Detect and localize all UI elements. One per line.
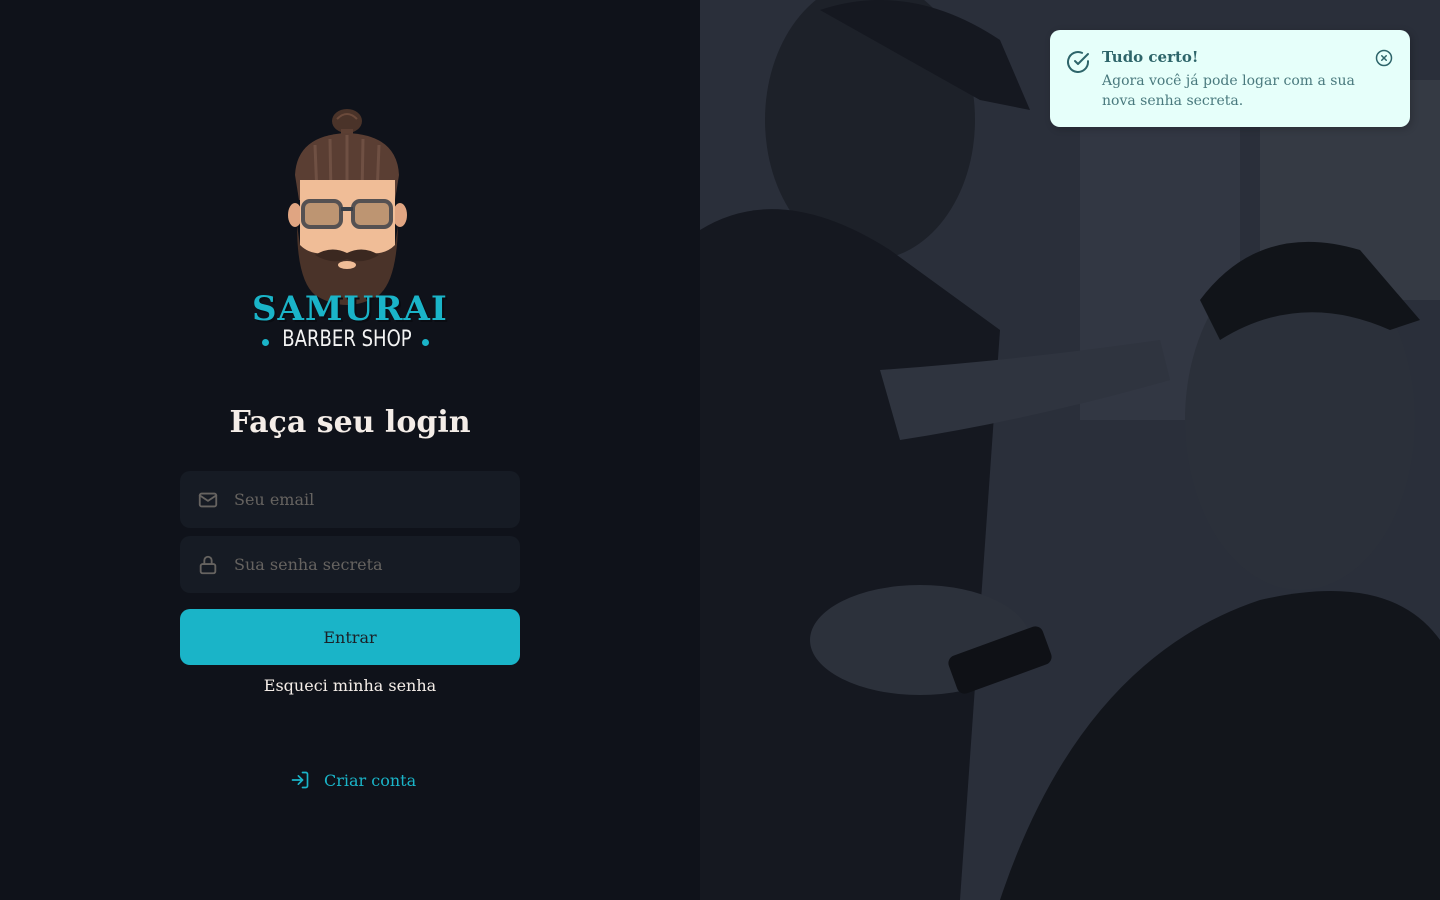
login-panel: SAMURAI BARBER SHOP Faça seu login Entra… <box>0 0 700 900</box>
create-account-link[interactable]: Criar conta <box>290 770 416 790</box>
x-circle-icon[interactable] <box>1375 49 1393 67</box>
toast-description: Agora você já pode logar com a sua nova … <box>1102 73 1355 109</box>
log-in-icon <box>291 771 309 789</box>
barber-photo-illustration <box>700 0 1440 900</box>
success-toast: Tudo certo! Agora você já pode logar com… <box>1050 30 1410 127</box>
password-field[interactable] <box>180 536 520 593</box>
brand-subtitle: BARBER SHOP <box>282 327 412 352</box>
hero-background-photo <box>700 0 1440 900</box>
brand-name: SAMURAI <box>252 289 448 329</box>
mail-icon <box>198 492 218 508</box>
email-input[interactable] <box>234 471 504 528</box>
brand-dot-left <box>262 339 269 346</box>
check-circle-icon <box>1067 51 1089 73</box>
brand-dot-right <box>422 339 429 346</box>
toast-title: Tudo certo! <box>1102 48 1199 66</box>
forgot-password-link[interactable]: Esqueci minha senha <box>180 676 520 695</box>
login-button[interactable]: Entrar <box>180 609 520 665</box>
page-title: Faça seu login <box>229 405 471 440</box>
lock-icon <box>199 555 217 575</box>
create-account-label: Criar conta <box>324 770 417 790</box>
email-field[interactable] <box>180 471 520 528</box>
password-input[interactable] <box>234 536 504 593</box>
